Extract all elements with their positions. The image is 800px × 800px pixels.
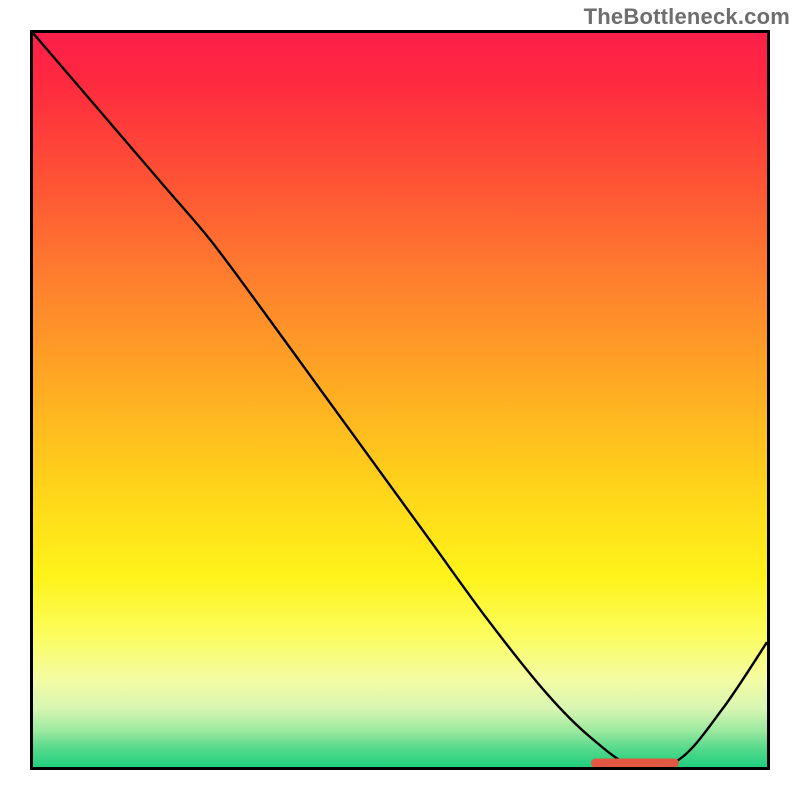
chart-plot-area (30, 30, 770, 770)
chart-root: TheBottleneck.com (0, 0, 800, 800)
bottleneck-curve (33, 33, 767, 767)
watermark-label: TheBottleneck.com (584, 4, 790, 30)
optimal-range-marker (591, 759, 679, 768)
